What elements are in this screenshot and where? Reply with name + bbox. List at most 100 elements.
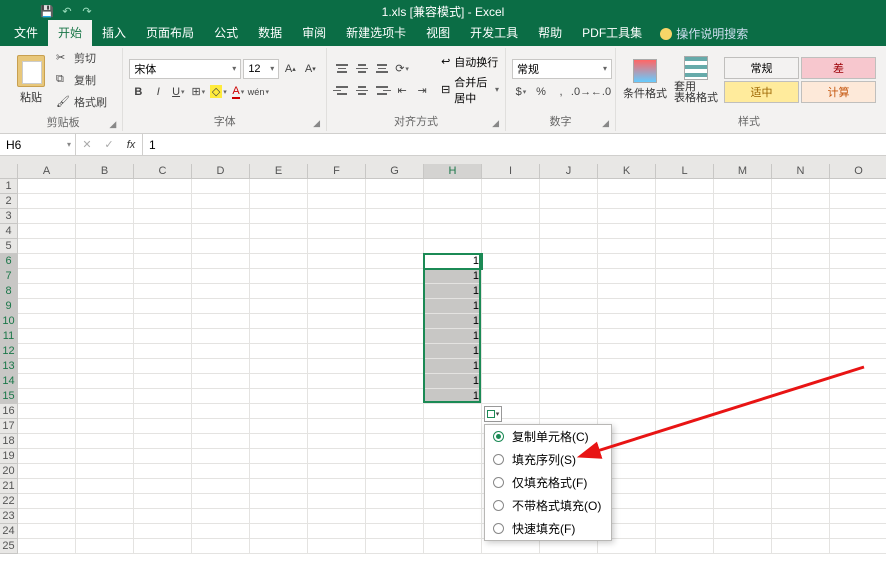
cell[interactable]	[830, 449, 886, 464]
row-header[interactable]: 1	[0, 179, 18, 194]
tell-me-search[interactable]: 操作说明搜索	[660, 25, 748, 46]
row-header[interactable]: 19	[0, 449, 18, 464]
column-header[interactable]: E	[250, 164, 308, 179]
row-header[interactable]: 17	[0, 419, 18, 434]
row-header[interactable]: 9	[0, 299, 18, 314]
cell[interactable]	[598, 344, 656, 359]
cell[interactable]	[308, 389, 366, 404]
undo-icon[interactable]: ↶	[60, 4, 74, 18]
cell[interactable]	[366, 479, 424, 494]
cell[interactable]	[714, 284, 772, 299]
cell[interactable]	[424, 524, 482, 539]
tab-3[interactable]: 页面布局	[136, 20, 204, 46]
cell[interactable]	[540, 299, 598, 314]
cell[interactable]: 1	[424, 329, 482, 344]
cell[interactable]	[250, 194, 308, 209]
cell[interactable]: 1	[424, 284, 482, 299]
cell[interactable]	[134, 539, 192, 554]
autofill-option[interactable]: 快速填充(F)	[485, 517, 611, 540]
cell[interactable]	[598, 329, 656, 344]
align-left-icon[interactable]	[333, 82, 351, 100]
cell[interactable]	[482, 299, 540, 314]
cell[interactable]	[656, 179, 714, 194]
cell[interactable]	[18, 179, 76, 194]
cell[interactable]	[772, 329, 830, 344]
fx-icon[interactable]: fx	[120, 136, 142, 154]
column-header[interactable]: J	[540, 164, 598, 179]
cell[interactable]	[714, 344, 772, 359]
cell[interactable]	[598, 254, 656, 269]
cell[interactable]	[830, 524, 886, 539]
cell[interactable]	[134, 434, 192, 449]
cell[interactable]	[424, 449, 482, 464]
column-header[interactable]: K	[598, 164, 656, 179]
cell[interactable]	[772, 224, 830, 239]
tab-5[interactable]: 数据	[248, 20, 292, 46]
cell[interactable]	[482, 314, 540, 329]
cell[interactable]	[134, 389, 192, 404]
cell[interactable]	[76, 464, 134, 479]
cell[interactable]	[656, 329, 714, 344]
cell[interactable]	[76, 254, 134, 269]
formula-input[interactable]: 1	[143, 138, 886, 152]
cell[interactable]	[18, 299, 76, 314]
cell[interactable]	[308, 224, 366, 239]
cell[interactable]	[134, 314, 192, 329]
cell[interactable]	[830, 344, 886, 359]
cell[interactable]	[830, 509, 886, 524]
cell[interactable]	[830, 329, 886, 344]
cell[interactable]	[192, 404, 250, 419]
cell[interactable]	[540, 539, 598, 554]
cell[interactable]	[772, 389, 830, 404]
cell[interactable]	[250, 209, 308, 224]
cell[interactable]	[424, 464, 482, 479]
cell[interactable]	[714, 449, 772, 464]
cell[interactable]	[366, 209, 424, 224]
tab-4[interactable]: 公式	[204, 20, 248, 46]
cell[interactable]	[830, 299, 886, 314]
cancel-icon[interactable]: ✕	[76, 136, 98, 154]
cell[interactable]	[656, 284, 714, 299]
tab-1[interactable]: 开始	[48, 20, 92, 46]
cell[interactable]	[134, 194, 192, 209]
column-header[interactable]: L	[656, 164, 714, 179]
cell[interactable]	[192, 434, 250, 449]
cell[interactable]	[772, 254, 830, 269]
cell[interactable]	[540, 329, 598, 344]
cell[interactable]	[192, 209, 250, 224]
cell[interactable]	[772, 404, 830, 419]
cell[interactable]	[714, 404, 772, 419]
style-normal[interactable]: 常规	[724, 57, 799, 79]
cell[interactable]	[134, 284, 192, 299]
cell[interactable]	[772, 434, 830, 449]
cell[interactable]	[192, 284, 250, 299]
cell[interactable]	[482, 269, 540, 284]
cell[interactable]	[308, 329, 366, 344]
cell[interactable]	[714, 224, 772, 239]
cell[interactable]	[76, 314, 134, 329]
border-button[interactable]: ⊞	[189, 83, 207, 101]
cell[interactable]	[656, 269, 714, 284]
cell[interactable]	[250, 299, 308, 314]
cell[interactable]	[714, 194, 772, 209]
cell[interactable]	[250, 359, 308, 374]
cell[interactable]	[134, 479, 192, 494]
cell[interactable]	[830, 479, 886, 494]
wrap-text-button[interactable]: ↩自动换行	[441, 54, 499, 70]
format-painter-button[interactable]: 格式刷	[56, 92, 107, 112]
cell[interactable]	[714, 329, 772, 344]
cell[interactable]	[366, 224, 424, 239]
cell[interactable]	[424, 404, 482, 419]
cell[interactable]	[598, 404, 656, 419]
row-header[interactable]: 16	[0, 404, 18, 419]
cell[interactable]	[366, 524, 424, 539]
cell[interactable]	[308, 509, 366, 524]
font-launcher-icon[interactable]: ◢	[313, 118, 320, 129]
cell[interactable]: 1	[424, 359, 482, 374]
cell[interactable]	[714, 464, 772, 479]
merge-center-button[interactable]: ⊟合并后居中▾	[441, 74, 499, 106]
cell[interactable]	[772, 344, 830, 359]
autofill-option[interactable]: 复制单元格(C)	[485, 425, 611, 448]
cell[interactable]	[76, 539, 134, 554]
cell[interactable]	[482, 284, 540, 299]
